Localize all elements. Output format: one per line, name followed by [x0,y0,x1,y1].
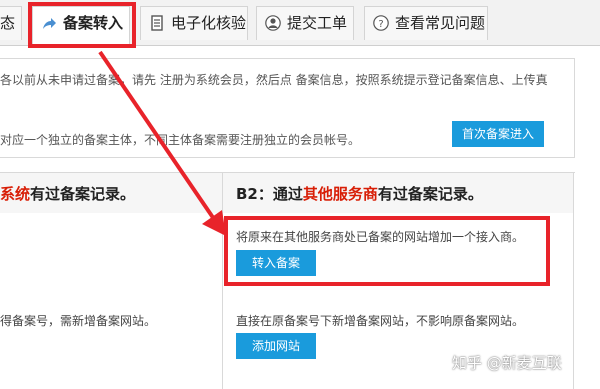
annotation-arrow [98,50,226,236]
watermark: 知乎 @新麦互联 [452,354,562,372]
